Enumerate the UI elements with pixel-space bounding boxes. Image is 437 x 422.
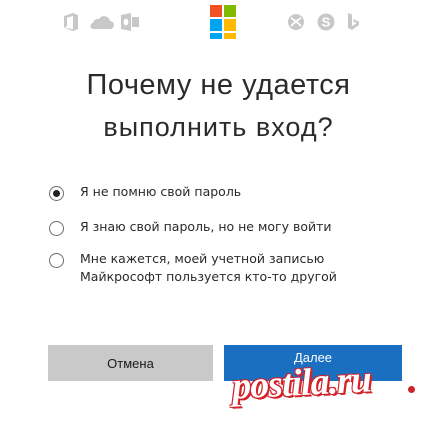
option-label: Я не помню свой пароль bbox=[80, 184, 242, 199]
page-title-line-1: Почему не удается bbox=[86, 69, 351, 101]
microsoft-logo bbox=[209, 4, 237, 40]
option-label-line-2: Майкрософт пользуется кто-то другой bbox=[80, 269, 337, 284]
option-label-line-1: Мне кажется, моей учетной записью bbox=[80, 251, 325, 266]
option-label: Мне кажется, моей учетной записью Майкро… bbox=[80, 250, 337, 286]
svg-text:S: S bbox=[322, 15, 331, 30]
radio-cannot-sign-in[interactable] bbox=[49, 221, 64, 236]
skype-icon: S bbox=[315, 11, 337, 33]
xbox-icon bbox=[285, 11, 307, 33]
watermark: postila.ru bbox=[230, 358, 372, 408]
onedrive-icon bbox=[87, 11, 115, 33]
bing-icon bbox=[343, 11, 363, 33]
service-bar: S bbox=[0, 0, 437, 46]
cancel-button[interactable]: Отмена bbox=[48, 345, 213, 381]
option-forgot-password[interactable]: Я не помню свой пароль bbox=[49, 183, 241, 201]
watermark-dot bbox=[408, 386, 415, 393]
option-cannot-sign-in[interactable]: Я знаю свой пароль, но не могу войти bbox=[49, 218, 332, 236]
option-account-compromised[interactable]: Мне кажется, моей учетной записью Майкро… bbox=[49, 250, 337, 286]
option-label: Я знаю свой пароль, но не могу войти bbox=[80, 219, 332, 234]
radio-forgot-password[interactable] bbox=[49, 186, 64, 201]
outlook-icon bbox=[119, 11, 141, 33]
radio-account-compromised[interactable] bbox=[49, 253, 64, 268]
office-icon bbox=[60, 11, 82, 33]
page-title-line-2: выполнить вход? bbox=[103, 112, 334, 142]
